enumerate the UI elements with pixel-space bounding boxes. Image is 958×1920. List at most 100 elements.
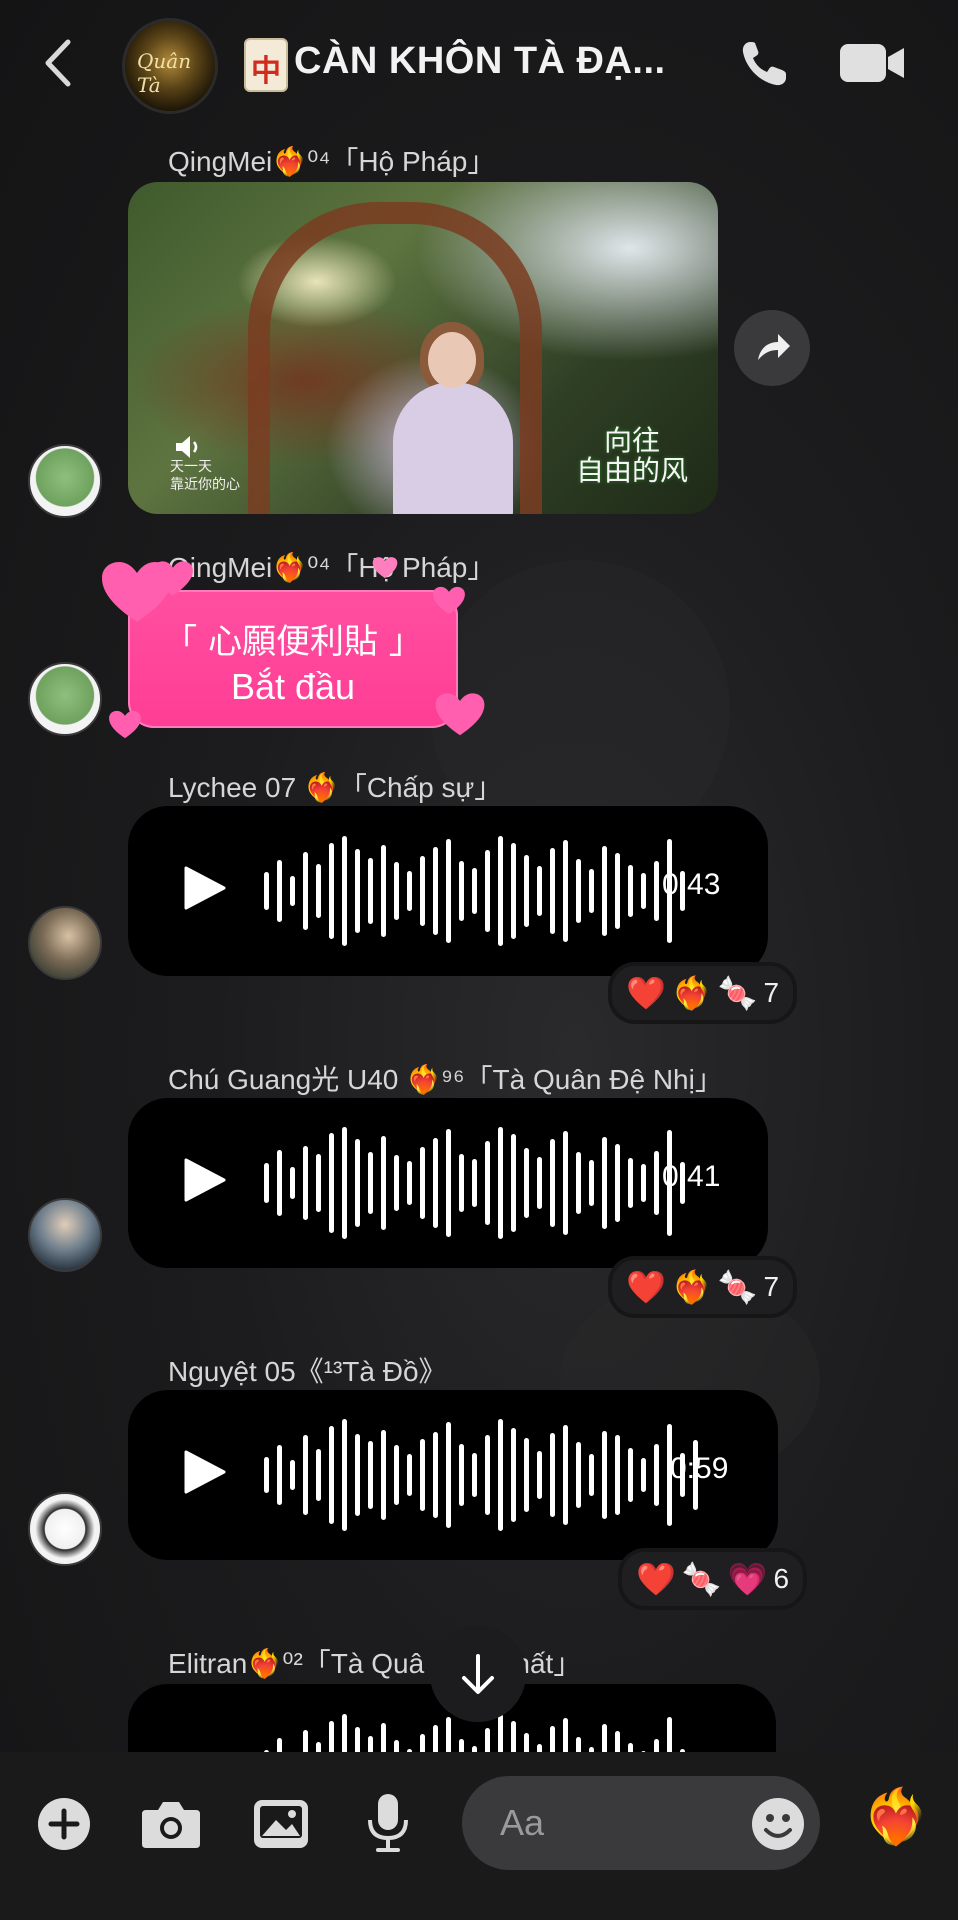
avatar[interactable] [28, 662, 102, 736]
waveform-bar [381, 1136, 386, 1230]
waveform-bar [641, 873, 646, 909]
voice-message[interactable]: 0:41 [128, 1098, 768, 1268]
voice-duration: 0:41 [662, 1160, 721, 1193]
reaction-summary[interactable]: ❤️ ❤️‍🔥 🍬 7 [608, 962, 798, 1024]
reaction-emoji: 🍬 [717, 975, 758, 1011]
waveform-bar [576, 1442, 581, 1508]
waveform-bar [563, 1718, 568, 1752]
voice-message[interactable]: 0:43 [128, 806, 768, 976]
waveform-bar [511, 1721, 516, 1752]
reaction-count: 6 [773, 1563, 790, 1594]
play-icon [184, 1158, 226, 1202]
video-message[interactable]: 天一天 靠近你的心 向往 自由的风 [128, 182, 718, 514]
scroll-to-bottom-button[interactable] [430, 1626, 526, 1722]
heart-decoration-icon [109, 710, 141, 739]
waveform-bar [524, 855, 529, 927]
waveform-bar [485, 1728, 490, 1752]
sticker-message[interactable]: 「 心願便利貼 」 Bắt đầu [128, 590, 458, 728]
waveform-bar [316, 1449, 321, 1501]
group-avatar[interactable]: Quân Tà [122, 18, 218, 114]
reaction-summary[interactable]: ❤️ 🍬 💗 6 [618, 1548, 808, 1610]
reaction-emoji: ❤️ [626, 975, 666, 1011]
avatar[interactable] [28, 1492, 102, 1566]
subtitle-line: 天一天 [170, 459, 212, 475]
phone-icon [742, 42, 786, 86]
waveform-bar [433, 1138, 438, 1228]
waveform-bar [615, 1435, 620, 1515]
waveform-bar [628, 1158, 633, 1208]
waveform-bar [420, 856, 425, 926]
waveform-bar [277, 1738, 282, 1752]
waveform-bar [329, 1133, 334, 1233]
avatar[interactable] [28, 444, 102, 518]
message-input[interactable]: Aa [462, 1776, 820, 1870]
waveform-bar [316, 1154, 321, 1212]
waveform-bar [563, 1131, 568, 1235]
waveform-bar [381, 845, 386, 937]
waveform-bar [654, 1739, 659, 1752]
mahjong-glyph: 中 [251, 54, 281, 89]
mahjong-icon: 中 [244, 38, 288, 92]
play-button[interactable] [180, 1448, 228, 1501]
reaction-count: 7 [763, 1271, 780, 1302]
waveform-bar [667, 1717, 672, 1752]
heart-decoration-icon [435, 693, 485, 736]
waveform-bar [628, 1448, 633, 1502]
avatar[interactable] [28, 1198, 102, 1272]
add-button[interactable] [36, 1796, 92, 1857]
voice-message[interactable]: 0:59 [128, 1390, 778, 1560]
quick-reaction-button[interactable]: ❤️‍🔥 [862, 1790, 929, 1844]
waveform-bar [433, 1432, 438, 1518]
waveform-bar [433, 847, 438, 935]
waveform-bar [368, 858, 373, 924]
waveform-bar [407, 1161, 412, 1205]
waveform-bar [537, 1744, 542, 1752]
mic-button[interactable] [366, 1792, 410, 1859]
waveform-bar [368, 1736, 373, 1752]
waveform-bar [433, 1725, 438, 1752]
gallery-button[interactable] [252, 1798, 310, 1855]
waveform-bar [511, 1428, 516, 1522]
avatar[interactable] [28, 906, 102, 980]
camera-button[interactable] [140, 1796, 202, 1857]
waveform-bar [316, 864, 321, 918]
waveform-bar [472, 868, 477, 914]
waveform-bar [576, 1152, 581, 1214]
waveform-bar [277, 1445, 282, 1505]
waveform-bar [472, 1159, 477, 1207]
waveform-bar [459, 1739, 464, 1752]
share-button[interactable] [734, 310, 810, 386]
overlay-line: 向往 [603, 424, 660, 457]
play-icon [184, 866, 226, 910]
waveform-bar [316, 1742, 321, 1752]
waveform-bar [602, 1137, 607, 1229]
heart-decoration-icon [433, 586, 465, 615]
play-button[interactable] [180, 1156, 228, 1209]
waveform-bar [355, 1434, 360, 1516]
waveform-bar [485, 1435, 490, 1515]
chat-title[interactable]: CÀN KHÔN TÀ ĐẠ... [294, 40, 666, 83]
video-call-icon [840, 44, 904, 82]
video-call-button[interactable] [838, 40, 908, 91]
back-icon [45, 39, 71, 87]
waveform-bar [329, 1426, 334, 1524]
voice-call-button[interactable] [736, 36, 792, 97]
sender-name: Lychee 07 ❤️‍🔥「Chấp sự」 [168, 772, 503, 803]
reaction-summary[interactable]: ❤️ ❤️‍🔥 🍬 7 [608, 1256, 798, 1318]
waveform-bar [303, 1730, 308, 1752]
waveform-bar [550, 1726, 555, 1752]
waveform-bar [355, 849, 360, 933]
waveform-bar [654, 1151, 659, 1215]
waveform-bar [563, 840, 568, 942]
waveform-bar [628, 1743, 633, 1752]
waveform-bar [368, 1152, 373, 1214]
waveform-bar [264, 1163, 269, 1203]
waveform-bar [615, 853, 620, 929]
waveform-bar [446, 1422, 451, 1528]
subtitle-line: 靠近你的心 [170, 477, 240, 493]
play-icon [184, 1450, 226, 1494]
back-button[interactable] [38, 36, 78, 90]
reaction-count: 7 [763, 977, 780, 1008]
play-button[interactable] [180, 864, 228, 917]
emoji-icon[interactable] [750, 1796, 806, 1852]
